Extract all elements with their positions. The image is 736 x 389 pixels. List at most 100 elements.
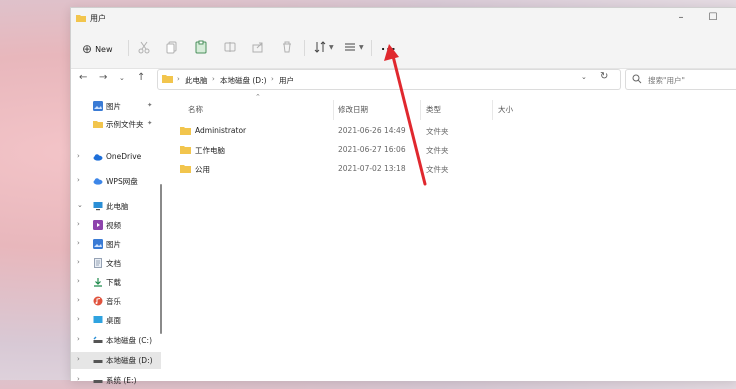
- copy-icon[interactable]: [165, 40, 179, 54]
- chevron-right-icon[interactable]: ›: [77, 220, 80, 228]
- file-type: 文件夹: [426, 146, 449, 155]
- new-button[interactable]: ⊕ New: [82, 39, 113, 59]
- file-type: 文件夹: [426, 127, 449, 136]
- file-explorer-window: 用户 – ☐ ⊕ New ▼ ▼ ... ← → ⌄ ↑ › 此电脑 › 本地磁…: [70, 7, 736, 385]
- cloud-icon: [93, 154, 103, 161]
- forward-icon[interactable]: →: [99, 72, 107, 83]
- refresh-icon[interactable]: ↻: [600, 71, 608, 82]
- nav-item-pictures[interactable]: › 图片: [71, 236, 161, 253]
- chevron-right-icon[interactable]: ›: [77, 258, 80, 266]
- videos-icon: [93, 220, 103, 230]
- nav-item-desktop[interactable]: › 桌面: [71, 312, 161, 329]
- pictures-icon: [93, 239, 103, 249]
- breadcrumb-separator: ›: [212, 75, 215, 83]
- breadcrumb-separator: ›: [177, 75, 180, 83]
- chevron-down-icon[interactable]: ⌄: [77, 201, 83, 209]
- delete-icon[interactable]: [280, 40, 294, 54]
- nav-item-label: 图片: [106, 240, 121, 249]
- cut-icon[interactable]: [137, 40, 151, 54]
- column-divider[interactable]: [492, 100, 493, 120]
- nav-item-this-pc[interactable]: ⌄ 此电脑: [71, 198, 161, 215]
- back-icon[interactable]: ←: [79, 72, 87, 83]
- share-icon[interactable]: [251, 40, 265, 54]
- search-placeholder: 搜索"用户": [648, 76, 685, 85]
- breadcrumb-this-pc[interactable]: 此电脑: [185, 75, 208, 86]
- nav-item-label: OneDrive: [106, 152, 142, 161]
- maximize-button[interactable]: ☐: [705, 11, 721, 25]
- chevron-right-icon[interactable]: ›: [77, 315, 80, 323]
- pin-icon: ✦: [147, 101, 153, 109]
- view-icon[interactable]: [343, 40, 357, 54]
- column-header-name[interactable]: 名称: [188, 104, 203, 115]
- chevron-right-icon[interactable]: ›: [77, 375, 80, 383]
- chevron-right-icon[interactable]: ›: [77, 355, 80, 363]
- nav-item-drive-e[interactable]: › 系统 (E:): [71, 372, 161, 389]
- column-header-type[interactable]: 类型: [426, 104, 441, 115]
- nav-item-onedrive[interactable]: › OneDrive: [71, 149, 161, 166]
- drive-icon: [93, 360, 103, 363]
- chevron-right-icon[interactable]: ›: [77, 277, 80, 285]
- plus-icon: ⊕: [82, 42, 93, 56]
- chevron-right-icon[interactable]: ›: [77, 176, 80, 184]
- folder-icon: [162, 75, 173, 83]
- navigation-scrollbar[interactable]: [160, 184, 162, 334]
- nav-item-label: 下载: [106, 278, 121, 287]
- sort-ascending-icon: ⌃: [255, 93, 261, 101]
- search-input[interactable]: 搜索"用户": [625, 69, 736, 90]
- nav-item-label: 视频: [106, 221, 121, 230]
- rename-icon[interactable]: [223, 40, 237, 54]
- command-bar: ⊕ New ▼ ▼ ...: [71, 30, 736, 69]
- nav-item-downloads[interactable]: › 下载: [71, 274, 161, 291]
- search-icon: [632, 74, 642, 84]
- chevron-right-icon[interactable]: ›: [77, 335, 80, 343]
- nav-item-label: 示例文件夹: [106, 120, 144, 129]
- breadcrumb-users[interactable]: 用户: [279, 75, 294, 86]
- nav-item-sample-folder[interactable]: 示例文件夹 ✦: [71, 116, 161, 133]
- nav-item-drive-c[interactable]: › 本地磁盘 (C:): [71, 332, 161, 349]
- nav-item-pictures-quick[interactable]: 图片 ✦: [71, 98, 161, 115]
- nav-item-music[interactable]: › 音乐: [71, 293, 161, 310]
- file-row[interactable]: 工作电脑 2021-06-27 16:06 文件夹: [167, 141, 497, 159]
- recent-locations-icon[interactable]: ⌄: [119, 74, 125, 82]
- nav-item-label: 系统 (E:): [106, 376, 137, 385]
- folder-icon: [180, 146, 191, 154]
- nav-item-wps-cloud[interactable]: › WPS网盘: [71, 173, 161, 190]
- nav-item-label: 图片: [106, 102, 121, 111]
- address-dropdown-icon[interactable]: ⌄: [581, 73, 587, 81]
- music-icon: [93, 296, 103, 306]
- file-date: 2021-07-02 13:18: [338, 164, 406, 173]
- chevron-right-icon[interactable]: ›: [77, 239, 80, 247]
- chevron-right-icon[interactable]: ›: [77, 152, 80, 160]
- nav-item-drive-d[interactable]: › 本地磁盘 (D:): [71, 352, 161, 369]
- column-divider[interactable]: [420, 100, 421, 120]
- up-icon[interactable]: ↑: [137, 72, 145, 83]
- nav-item-label: 桌面: [106, 316, 121, 325]
- column-divider[interactable]: [333, 100, 334, 120]
- more-options-button[interactable]: ...: [381, 40, 397, 53]
- file-row[interactable]: 公用 2021-07-02 13:18 文件夹: [167, 160, 497, 178]
- paste-icon[interactable]: [194, 40, 208, 54]
- file-row[interactable]: Administrator 2021-06-26 14:49 文件夹: [167, 122, 497, 140]
- breadcrumb-separator: ›: [271, 75, 274, 83]
- chevron-down-icon: ▼: [359, 44, 364, 51]
- column-header-date[interactable]: 修改日期: [338, 104, 368, 115]
- breadcrumb-drive-d[interactable]: 本地磁盘 (D:): [220, 75, 267, 86]
- sort-icon[interactable]: [313, 40, 327, 54]
- nav-item-videos[interactable]: › 视频: [71, 217, 161, 234]
- desktop-icon: [93, 316, 103, 323]
- minimize-button[interactable]: –: [673, 11, 689, 25]
- nav-item-label: 音乐: [106, 297, 121, 306]
- nav-item-documents[interactable]: › 文档: [71, 255, 161, 272]
- new-button-label: New: [95, 44, 113, 54]
- drive-icon: [93, 336, 103, 343]
- documents-icon: [94, 258, 102, 268]
- downloads-icon: [94, 278, 102, 287]
- title-bar: 用户 – ☐: [71, 8, 736, 30]
- chevron-right-icon[interactable]: ›: [77, 296, 80, 304]
- pictures-icon: [93, 101, 103, 111]
- folder-icon: [180, 165, 191, 173]
- column-header-size[interactable]: 大小: [498, 104, 513, 115]
- address-bar[interactable]: › 此电脑 › 本地磁盘 (D:) › 用户: [157, 69, 621, 90]
- cloud-icon: [93, 178, 103, 185]
- pin-icon: ✦: [147, 119, 153, 127]
